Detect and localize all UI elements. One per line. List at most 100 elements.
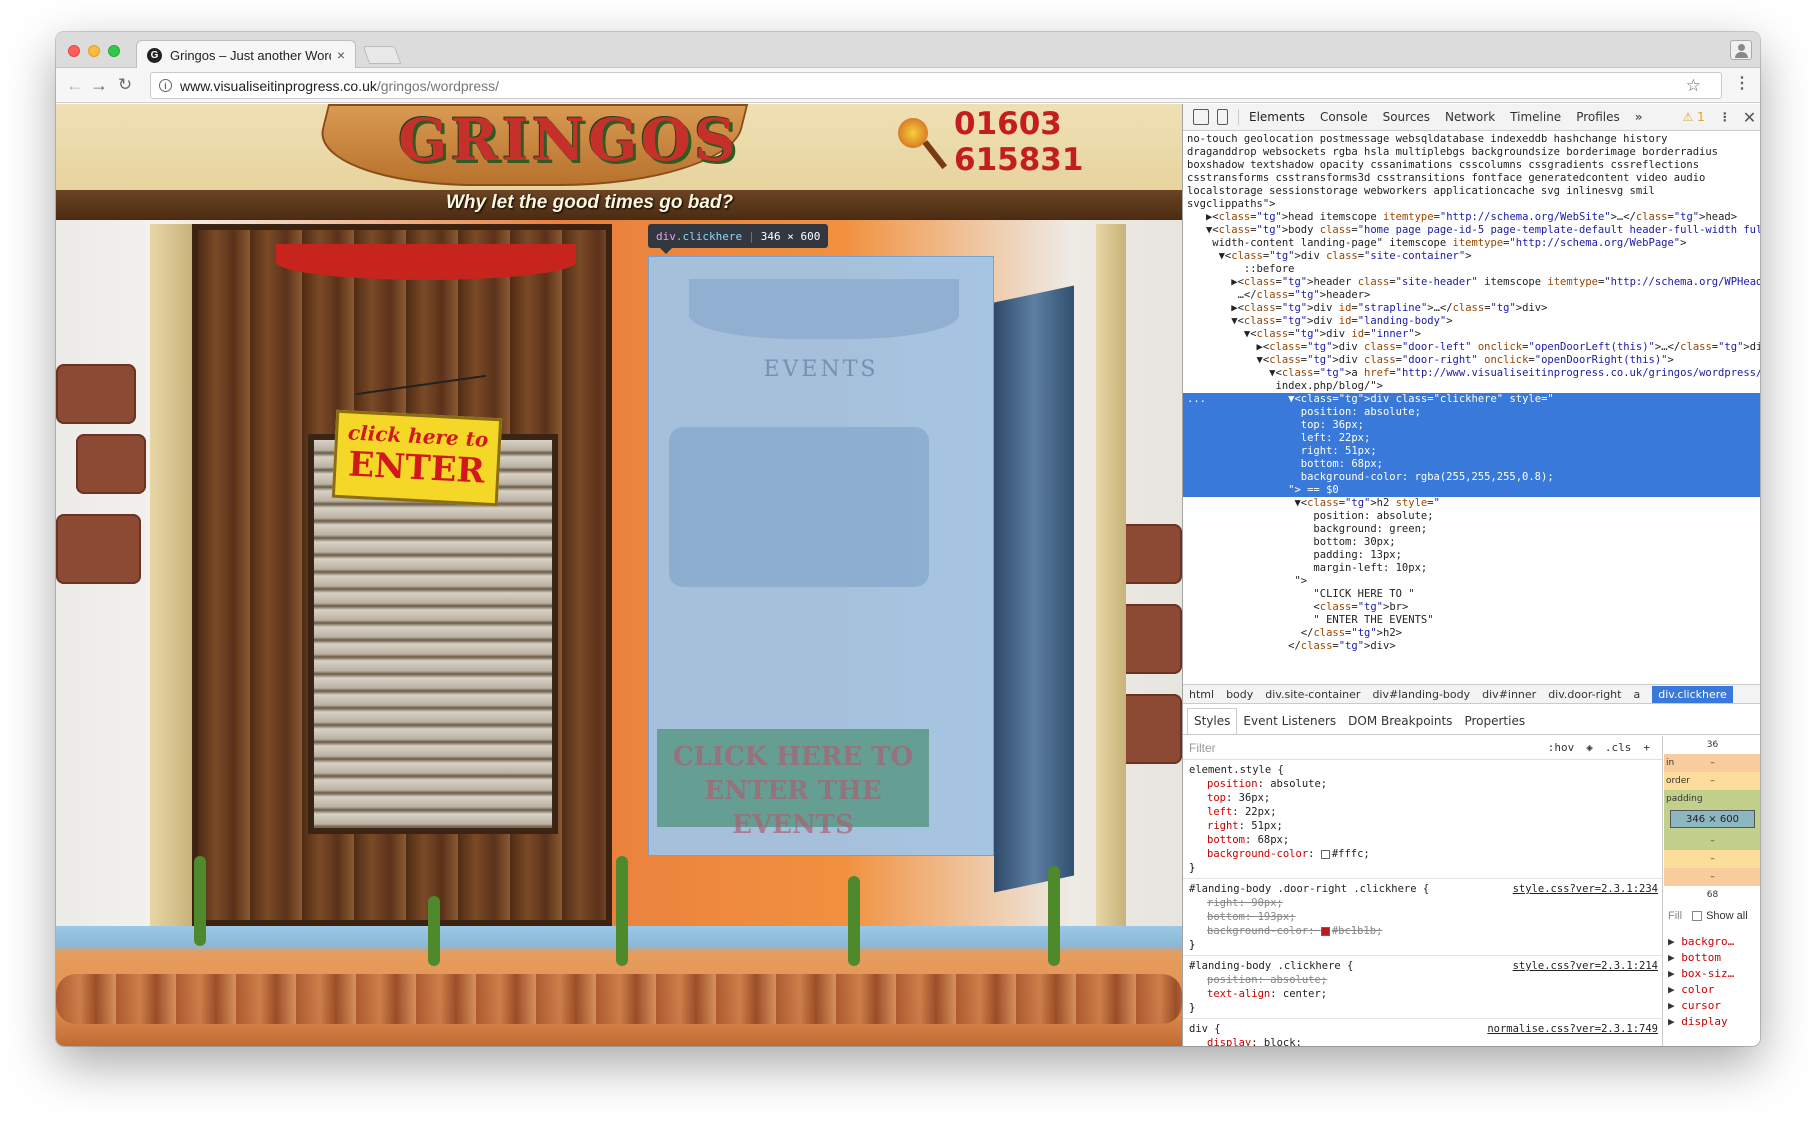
zoom-window-button[interactable] [108,45,120,57]
dom-node-line[interactable]: "CLICK HERE TO " [1183,588,1760,601]
dom-node-line[interactable]: bottom: 30px; [1183,536,1760,549]
dom-node-line[interactable]: padding: 13px; [1183,549,1760,562]
more-tabs-icon[interactable]: » [1635,110,1643,124]
dom-node-line[interactable]: csstransforms csstransforms3d csstransit… [1183,172,1760,185]
styles-filter-input[interactable]: Filter [1189,741,1548,755]
tab-event-listeners[interactable]: Event Listeners [1237,714,1342,734]
dom-node-line[interactable]: "> == $0 [1183,484,1760,497]
dom-node-line[interactable]: bottom: 68px; [1183,458,1760,471]
close-window-button[interactable] [68,45,80,57]
dom-node-line[interactable]: ▶<class="tg">head itemscope itemtype="ht… [1183,211,1760,224]
inspect-element-icon[interactable] [1193,109,1209,125]
dom-node-line[interactable]: ▶<class="tg">div id="strapline">…</class… [1183,302,1760,315]
bookmark-star-icon[interactable]: ☆ [1686,76,1701,96]
back-arrow-icon[interactable]: ← [64,75,86,96]
browser-tab[interactable]: G Gringos – Just another WordP × [136,40,356,69]
breadcrumb-item[interactable]: a [1633,688,1640,701]
dom-node-line[interactable]: svgclippaths"> [1183,198,1760,211]
breadcrumb-item[interactable]: div.door-right [1548,688,1621,701]
dom-node-line[interactable]: ▶<class="tg">div class="door-left" oncli… [1183,341,1760,354]
dom-node-line[interactable]: no-touch geolocation postmessage websqld… [1183,133,1760,146]
door-right[interactable] [994,285,1074,893]
css-property[interactable]: left: 22px; [1189,805,1656,819]
minimize-window-button[interactable] [88,45,100,57]
tab-properties[interactable]: Properties [1458,714,1531,734]
site-logo[interactable]: GRINGOS [398,106,739,174]
enter-events-heading[interactable]: CLICK HERE TO ENTER THE EVENTS [657,729,929,840]
breadcrumb-item[interactable]: html [1189,688,1214,701]
dom-node-line[interactable]: ::before [1183,263,1760,276]
breadcrumb-item[interactable]: body [1226,688,1253,701]
devtools-menu-icon[interactable]: ⋮ [1719,110,1731,124]
hov-toggle[interactable]: :hov [1548,741,1575,755]
tab-console[interactable]: Console [1320,110,1368,124]
tab-profiles[interactable]: Profiles [1576,110,1620,124]
computed-property[interactable]: ▶ bottom [1668,950,1760,966]
dom-node-line[interactable]: width-content landing-page" itemscope it… [1183,237,1760,250]
dom-node-line[interactable]: right: 51px; [1183,445,1760,458]
tab-sources[interactable]: Sources [1383,110,1430,124]
close-devtools-icon[interactable]: ✕ [1743,108,1756,127]
css-property[interactable]: background-color: #bc1b1b; [1189,924,1656,938]
dom-node-line[interactable]: …</class="tg">header> [1183,289,1760,302]
reload-icon[interactable]: ↻ [114,75,136,95]
computed-property[interactable]: ▶ display [1668,1014,1760,1030]
css-rule[interactable]: #landing-body .clickhere {style.css?ver=… [1183,956,1662,1019]
breadcrumb-item[interactable]: div.site-container [1265,688,1360,701]
computed-property[interactable]: ▶ box-siz… [1668,966,1760,982]
css-property[interactable]: background-color: #fffc; [1189,847,1656,861]
tab-dom-breakpoints[interactable]: DOM Breakpoints [1342,714,1458,734]
new-tab-button[interactable] [362,46,402,64]
info-icon[interactable]: i [159,79,172,92]
tab-styles[interactable]: Styles [1187,708,1238,734]
css-rule[interactable]: element.style {position: absolute; top: 3… [1183,760,1662,879]
new-rule-button[interactable]: + [1643,741,1650,755]
computed-property[interactable]: ▶ backgro… [1668,934,1760,950]
dom-node-line[interactable]: index.php/blog/"> [1183,380,1760,393]
dom-node-line[interactable]: "> [1183,575,1760,588]
dom-node-line[interactable]: ... ▼<class="tg">div class="clickhere" s… [1183,393,1760,406]
tab-elements[interactable]: Elements [1249,110,1305,124]
show-all-checkbox[interactable] [1692,911,1703,921]
color-format-icon[interactable]: ◈ [1586,741,1593,755]
dom-node-line[interactable]: ▼<class="tg">div id="inner"> [1183,328,1760,341]
dom-tree[interactable]: no-touch geolocation postmessage websqld… [1183,131,1760,684]
dom-node-line[interactable]: ▼<class="tg">div id="landing-body"> [1183,315,1760,328]
dom-node-line[interactable]: </class="tg">h2> [1183,627,1760,640]
forward-arrow-icon[interactable]: → [88,75,110,96]
clickhere-overlay[interactable]: EVENTS CLICK HERE TO ENTER THE EVENTS [648,256,994,856]
device-toolbar-icon[interactable] [1217,109,1228,125]
dom-node-line[interactable]: localstorage sessionstorage webworkers a… [1183,185,1760,198]
rule-source-link[interactable]: normalise.css?ver=2.3.1:749 [1487,1022,1658,1036]
css-property[interactable]: bottom: 68px; [1189,833,1656,847]
breadcrumb-item[interactable]: div#inner [1482,688,1536,701]
rule-source-link[interactable]: style.css?ver=2.3.1:234 [1513,882,1658,896]
tab-network[interactable]: Network [1445,110,1495,124]
computed-property[interactable]: ▶ cursor [1668,998,1760,1014]
tab-timeline[interactable]: Timeline [1510,110,1561,124]
dom-node-line[interactable]: <class="tg">br> [1183,601,1760,614]
dom-node-line[interactable]: " ENTER THE EVENTS" [1183,614,1760,627]
css-property[interactable]: bottom: 193px; [1189,910,1656,924]
tab-close-icon[interactable]: × [337,47,345,63]
dom-node-line[interactable]: position: absolute; [1183,510,1760,523]
css-property[interactable]: display: block; [1189,1036,1656,1046]
color-swatch[interactable] [1320,926,1330,936]
dom-node-line[interactable]: background-color: rgba(255,255,255,0.8); [1183,471,1760,484]
warning-count-badge[interactable]: ⚠ 1 [1683,110,1705,124]
dom-node-line[interactable]: ▶<class="tg">header class="site-header" … [1183,276,1760,289]
cls-toggle[interactable]: .cls [1605,741,1632,755]
css-rule[interactable]: div {normalise.css?ver=2.3.1:749 display:… [1183,1019,1662,1046]
css-property[interactable]: top: 36px; [1189,791,1656,805]
dom-node-line[interactable]: position: absolute; [1183,406,1760,419]
computed-property[interactable]: ▶ color [1668,982,1760,998]
dom-node-line[interactable]: top: 36px; [1183,419,1760,432]
css-property[interactable]: text-align: center; [1189,987,1656,1001]
enter-sign[interactable]: click here to ENTER [331,409,503,507]
dom-node-line[interactable]: ▼<class="tg">div class="door-right" oncl… [1183,354,1760,367]
dom-node-line[interactable]: boxshadow textshadow opacity cssanimatio… [1183,159,1760,172]
dom-node-line[interactable]: draganddrop websockets rgba hsla multipl… [1183,146,1760,159]
browser-menu-icon[interactable]: ⋮ [1734,73,1750,93]
dom-node-line[interactable]: left: 22px; [1183,432,1760,445]
rule-source-link[interactable]: style.css?ver=2.3.1:214 [1513,959,1658,973]
